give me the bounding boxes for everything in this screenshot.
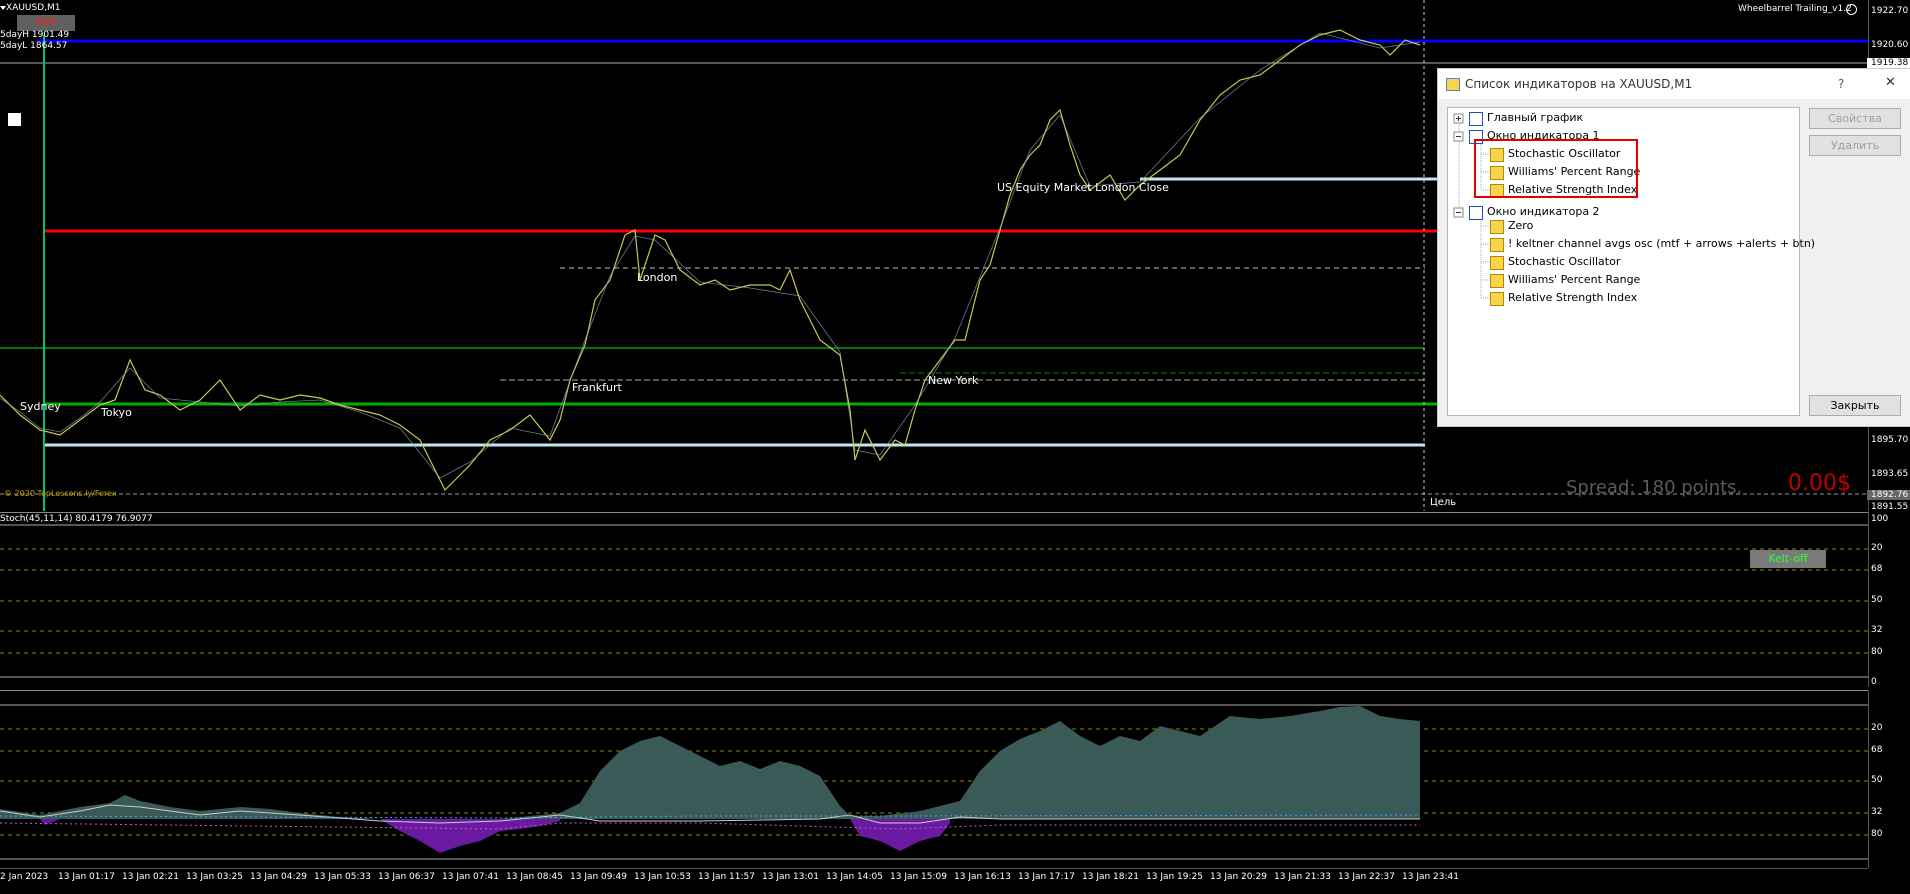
- indicators-dialog[interactable]: Список индикаторов на XAUUSD,M1 ? ✕ Глав…: [1437, 68, 1910, 427]
- properties-button[interactable]: Свойства: [1809, 108, 1901, 129]
- stoch-tick: 50: [1871, 595, 1883, 605]
- dialog-help-button[interactable]: ?: [1838, 77, 1844, 91]
- time-label: 13 Jan 15:09: [890, 872, 947, 882]
- stoch-tick: 68: [1871, 564, 1883, 574]
- osc-tick: 20: [1871, 723, 1883, 733]
- spread-label: Spread: 180 points.: [1566, 477, 1743, 498]
- indicator-icon: [1490, 238, 1504, 252]
- time-label: 13 Jan 11:57: [698, 872, 755, 882]
- time-label: 13 Jan 21:33: [1274, 872, 1331, 882]
- osc-tick: 50: [1871, 775, 1883, 785]
- indicator-icon: [1490, 256, 1504, 270]
- stoch-tick: 32: [1871, 625, 1883, 635]
- triangle-icon: [0, 6, 6, 10]
- copyright-label: © 2020 TopLessons.ly/Forex: [4, 489, 117, 498]
- tree-w2-zero[interactable]: Zero: [1508, 219, 1533, 232]
- osc-negative-area-1: [380, 819, 560, 853]
- time-label: 13 Jan 19:25: [1146, 872, 1203, 882]
- price-series-line: [0, 29, 1421, 492]
- time-label: 13 Jan 05:33: [314, 872, 371, 882]
- osc-tick: 68: [1871, 745, 1883, 755]
- osc-dotted-line: [0, 822, 1420, 830]
- time-label: 13 Jan 08:45: [506, 872, 563, 882]
- ea-settings-icon[interactable]: [1846, 4, 1857, 15]
- time-label: 13 Jan 01:17: [58, 872, 115, 882]
- time-label: 13 Jan 09:49: [570, 872, 627, 882]
- osc-scale: 20 68 50 32 80: [1868, 690, 1910, 868]
- time-label: 13 Jan 18:21: [1082, 872, 1139, 882]
- tree-w2-williams[interactable]: Williams' Percent Range: [1508, 273, 1640, 286]
- white-square-checkbox[interactable]: [8, 113, 21, 126]
- time-label: 13 Jan 16:13: [954, 872, 1011, 882]
- time-label: 13 Jan 10:53: [634, 872, 691, 882]
- window-icon: [1469, 206, 1483, 220]
- kelt-off-button[interactable]: Kelt-off: [1750, 550, 1826, 568]
- price-tick: 1920.60: [1871, 40, 1909, 50]
- dialog-titlebar[interactable]: Список индикаторов на XAUUSD,M1 ? ✕: [1438, 69, 1910, 99]
- stoch-tick: 0: [1871, 677, 1877, 687]
- session-new-york: New York: [928, 374, 979, 387]
- tree-w2-keltner[interactable]: ! keltner channel avgs osc (mtf + arrows…: [1508, 237, 1815, 250]
- day-low-label: 5dayL 1864.57: [0, 41, 68, 51]
- dialog-app-icon: [1446, 78, 1460, 91]
- indicator-icon: [1490, 220, 1504, 234]
- price-tick: 1922.70: [1871, 6, 1909, 16]
- tree-main-chart[interactable]: Главный график: [1487, 111, 1583, 124]
- stoch-grid-svg: [0, 524, 1868, 678]
- price-series-bars: [0, 32, 1421, 479]
- time-label: 2 Jan 2023: [0, 872, 49, 882]
- osc-positive-area: [0, 706, 1420, 819]
- dialog-title: Список индикаторов на XAUUSD,M1: [1465, 77, 1693, 91]
- time-label: 13 Jan 13:01: [762, 872, 819, 882]
- osc-tick: 80: [1871, 829, 1883, 839]
- session-sydney: Sydney: [20, 400, 61, 413]
- time-label: 13 Jan 14:05: [826, 872, 883, 882]
- stoch-tick: 20: [1871, 543, 1883, 553]
- osc-negative-area-2: [850, 819, 950, 851]
- stoch-scale: 100 20 68 50 32 80 0: [1868, 512, 1910, 687]
- esr-button[interactable]: ESR: [17, 15, 75, 31]
- tree-w2-rsi[interactable]: Relative Strength Index: [1508, 291, 1637, 304]
- indicator-tree[interactable]: Главный график Окно индикатора 1 Stochas…: [1447, 107, 1815, 416]
- time-label: 13 Jan 07:41: [442, 872, 499, 882]
- session-frankfurt: Frankfurt: [572, 381, 622, 394]
- target-label: Цель: [1430, 497, 1457, 508]
- osc-svg: [0, 704, 1868, 860]
- delete-button[interactable]: Удалить: [1809, 135, 1901, 156]
- window-icon: [1469, 112, 1483, 126]
- indicator-icon: [1490, 274, 1504, 288]
- dialog-close-icon[interactable]: ✕: [1885, 75, 1896, 90]
- osc-tick: 32: [1871, 807, 1883, 817]
- time-label: 13 Jan 02:21: [122, 872, 179, 882]
- stoch-label: Stoch(45,11,14) 80.4179 76.9077: [0, 514, 153, 524]
- close-button[interactable]: Закрыть: [1809, 395, 1901, 416]
- session-london-close: US Equity Market London Close: [997, 181, 1169, 194]
- indicator-icon: [1490, 292, 1504, 306]
- profit-label: 0.00$: [1788, 471, 1851, 496]
- time-label: 13 Jan 20:29: [1210, 872, 1267, 882]
- time-label: 13 Jan 03:25: [186, 872, 243, 882]
- time-label: 13 Jan 06:37: [378, 872, 435, 882]
- stoch-panel[interactable]: Stoch(45,11,14) 80.4179 76.9077 Kelt-off: [0, 512, 1868, 688]
- time-label: 13 Jan 23:41: [1402, 872, 1459, 882]
- time-label: 13 Jan 04:29: [250, 872, 307, 882]
- price-tick: 1895.70: [1871, 435, 1909, 445]
- time-label: 13 Jan 17:17: [1018, 872, 1075, 882]
- price-tick: 1919.38: [1867, 58, 1910, 68]
- osc-panel[interactable]: [0, 690, 1868, 869]
- day-high-label: 5dayH 1901.49: [0, 30, 70, 40]
- symbol-label: XAUUSD,M1: [6, 3, 61, 13]
- tree-window-2[interactable]: Окно индикатора 2: [1487, 205, 1600, 218]
- price-tick: 1893.65: [1871, 469, 1909, 479]
- ea-name-label: Wheelbarrel Trailing_v1.2: [1738, 4, 1852, 14]
- tree-w2-stochastic[interactable]: Stochastic Oscillator: [1508, 255, 1620, 268]
- time-label: 13 Jan 22:37: [1338, 872, 1395, 882]
- price-tick: 1891.55: [1871, 502, 1909, 512]
- highlight-box: [1474, 139, 1638, 198]
- stoch-tick: 100: [1871, 514, 1889, 524]
- stoch-tick: 80: [1871, 647, 1883, 657]
- session-tokyo: Tokyo: [101, 406, 132, 419]
- price-tick: 1892.76: [1867, 490, 1910, 500]
- session-london: London: [637, 271, 678, 284]
